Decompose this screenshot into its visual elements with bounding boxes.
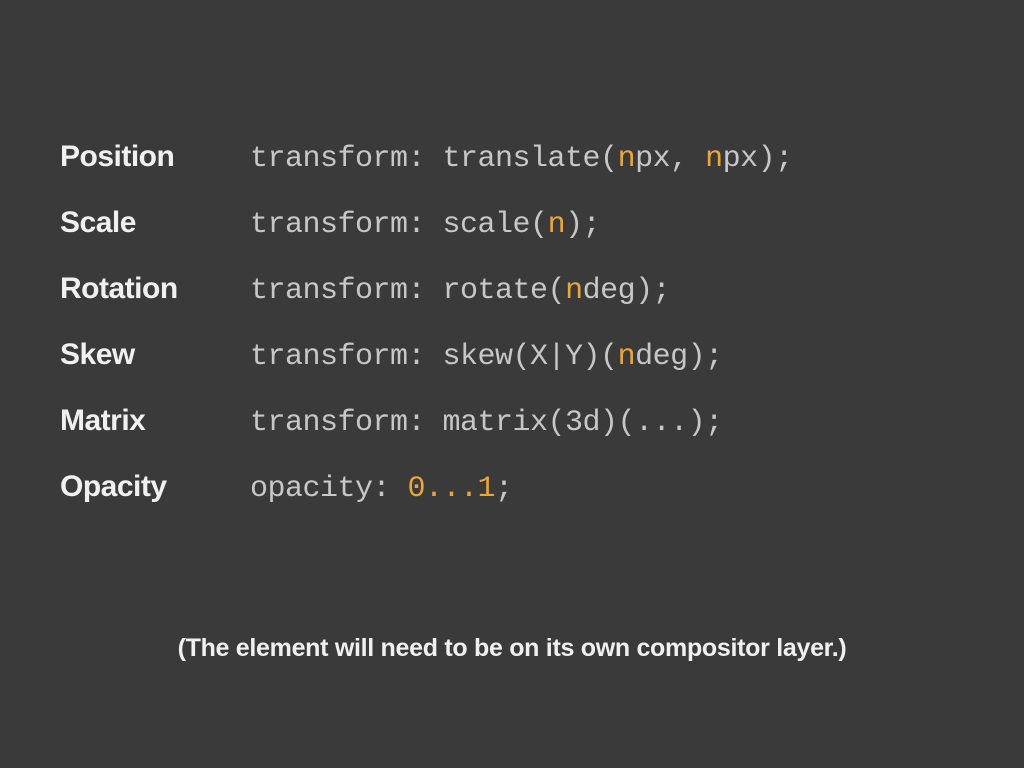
definition-code: transform: scale(n); (250, 208, 600, 242)
code-text: transform: rotate( (250, 274, 565, 308)
definition-label: Position (60, 140, 250, 174)
footnote: (The element will need to be on its own … (0, 634, 1024, 663)
definition-label: Rotation (60, 272, 250, 306)
code-text: px, (635, 142, 705, 176)
definition-row: Opacityopacity: 0...1; (60, 470, 964, 506)
code-highlight: n (548, 208, 566, 242)
definition-code: transform: rotate(ndeg); (250, 274, 670, 308)
code-text: transform: scale( (250, 208, 548, 242)
definition-code: transform: skew(X|Y)(ndeg); (250, 340, 723, 374)
code-text: transform: skew(X|Y)( (250, 340, 618, 374)
definition-code: opacity: 0...1; (250, 472, 513, 506)
code-highlight: 0...1 (408, 472, 496, 506)
slide: Positiontransform: translate(npx, npx);S… (0, 0, 1024, 768)
definition-row: Skewtransform: skew(X|Y)(ndeg); (60, 338, 964, 374)
code-text: transform: translate( (250, 142, 618, 176)
definition-label: Opacity (60, 470, 250, 504)
code-highlight: n (705, 142, 723, 176)
code-text: ); (565, 208, 600, 242)
definition-label: Matrix (60, 404, 250, 438)
definition-label: Skew (60, 338, 250, 372)
definition-label: Scale (60, 206, 250, 240)
definition-code: transform: translate(npx, npx); (250, 142, 793, 176)
code-highlight: n (565, 274, 583, 308)
code-text: deg); (583, 274, 671, 308)
code-text: ; (495, 472, 513, 506)
code-highlight: n (618, 142, 636, 176)
definition-row: Positiontransform: translate(npx, npx); (60, 140, 964, 176)
code-text: deg); (635, 340, 723, 374)
code-highlight: n (618, 340, 636, 374)
definition-row: Rotationtransform: rotate(ndeg); (60, 272, 964, 308)
definition-code: transform: matrix(3d)(...); (250, 406, 723, 440)
code-text: px); (723, 142, 793, 176)
code-text: transform: matrix(3d)(...); (250, 406, 723, 440)
definition-list: Positiontransform: translate(npx, npx);S… (60, 140, 964, 506)
definition-row: Matrixtransform: matrix(3d)(...); (60, 404, 964, 440)
code-text: opacity: (250, 472, 408, 506)
definition-row: Scaletransform: scale(n); (60, 206, 964, 242)
